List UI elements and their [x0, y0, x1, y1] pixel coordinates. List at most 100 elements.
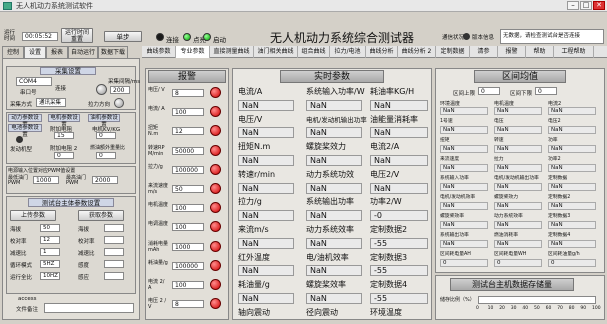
pwm-min-input[interactable]: 1000: [33, 176, 59, 184]
storage-tick: 100: [592, 306, 601, 311]
alarm-threshold-input[interactable]: 8: [172, 300, 204, 309]
interval-label: 系统输入功率: [440, 175, 469, 181]
alarm-item-label: 扭矩 N.m: [148, 125, 159, 138]
param2-input[interactable]: [104, 248, 124, 256]
tab-curve-analysis-2[interactable]: 曲线分析 2: [398, 46, 436, 58]
upload-params-button[interactable]: 上传参数: [10, 210, 56, 221]
motor-params-tab[interactable]: 电机参数设置: [48, 114, 80, 128]
tab-data-download[interactable]: 数据下载: [98, 46, 128, 58]
alarm-threshold-input[interactable]: 50: [172, 185, 204, 193]
version-label: 版本信息: [472, 35, 495, 41]
interval-value: NaN: [440, 183, 488, 191]
tab-curve-params[interactable]: 曲线参数: [142, 46, 176, 58]
single-step-button[interactable]: 单步: [104, 31, 142, 42]
tab-alarm[interactable]: 报警: [498, 46, 526, 58]
alarm-threshold-input[interactable]: 1000: [172, 242, 204, 251]
realtime-value: -0: [370, 210, 428, 222]
tab-combined-curve[interactable]: 组合曲线: [298, 46, 330, 58]
param-input[interactable]: 10HZ: [40, 272, 60, 280]
interval-value: NaN: [548, 240, 596, 248]
alarm-threshold-input[interactable]: 8: [172, 89, 204, 97]
alarm-led: [210, 279, 221, 290]
param-input[interactable]: 50: [40, 224, 60, 232]
extra-resistor-input[interactable]: 15: [54, 132, 74, 139]
param2-input[interactable]: [104, 260, 124, 268]
alarm-item-label: 拉力/g: [148, 163, 163, 170]
tab-clear[interactable]: 清参: [470, 46, 498, 58]
interval-knob[interactable]: [96, 84, 107, 95]
storage-tick: 0: [476, 306, 479, 311]
close-button[interactable]: ✕: [593, 1, 605, 10]
tab-help[interactable]: 帮助: [526, 46, 554, 58]
tab-custom-data[interactable]: 定制数据: [436, 46, 470, 58]
realtime-label: 转速r/min: [238, 169, 276, 179]
tab-control[interactable]: 控制: [2, 46, 24, 58]
start-led[interactable]: [203, 33, 211, 41]
alarm-threshold-input[interactable]: 100: [172, 108, 204, 117]
kv-input[interactable]: 0: [96, 132, 116, 139]
interval-upper-input[interactable]: 0: [478, 87, 500, 95]
get-params-button[interactable]: 获取参数: [78, 210, 124, 221]
battery-params-tab[interactable]: 电池参数设置: [8, 124, 42, 138]
engine-type-led[interactable]: [16, 136, 23, 143]
interval-value: NaN: [494, 183, 542, 191]
file-note-input[interactable]: [44, 303, 134, 313]
gas-params-tab[interactable]: 油机参数设置: [88, 114, 120, 128]
storage-tick: 80: [568, 306, 575, 311]
reset-run-time-button[interactable]: 运行时间 重置: [61, 28, 93, 43]
realtime-value: NaN: [306, 155, 362, 166]
minimize-button[interactable]: –: [567, 1, 579, 10]
alarm-item-label: 消耗电量mAh: [148, 240, 169, 253]
tab-auto-run[interactable]: 自动运行: [68, 46, 98, 58]
tab-throttle-curve[interactable]: 油门相关曲线: [254, 46, 298, 58]
interval-value: NaN: [494, 126, 542, 134]
storage-tick: 40: [522, 306, 529, 311]
tab-curve-analysis[interactable]: 曲线分析: [366, 46, 398, 58]
alarm-threshold-input[interactable]: 100000: [172, 165, 204, 174]
realtime-value: NaN: [238, 237, 294, 249]
interval-label: 1号速: [440, 118, 453, 124]
alarm-threshold-input[interactable]: 100: [172, 223, 204, 232]
tab-pull-battery[interactable]: 拉力/电池: [330, 46, 366, 58]
mode-select[interactable]: 通讯采集: [36, 98, 66, 107]
realtime-label: 拉力/g: [238, 197, 262, 207]
pwm-max-input[interactable]: 2000: [92, 176, 118, 184]
interval-label: 区间耗油量g/h: [548, 251, 580, 257]
pull-direction-knob[interactable]: [114, 98, 124, 108]
sampling-title: 采集设置: [40, 67, 96, 75]
tab-eng-help[interactable]: 工程帮助: [554, 46, 594, 58]
tab-pro-params[interactable]: 专业参数: [176, 46, 210, 58]
alarm-led: [210, 183, 221, 194]
alarm-threshold-input[interactable]: 100: [172, 281, 204, 289]
mode-label: 采集方式: [10, 102, 33, 108]
alarm-threshold-input[interactable]: 100: [172, 204, 204, 213]
interval-label: 来流速度: [440, 156, 460, 162]
extra-resistor-2-input[interactable]: 0: [54, 152, 74, 159]
interval-value: NaN: [494, 221, 542, 229]
maximize-button[interactable]: □: [580, 1, 592, 10]
interval-value: NaN: [494, 240, 542, 248]
fuel-ratio-input[interactable]: 0: [96, 152, 116, 159]
pull-direction-label: 拉力方向: [88, 102, 111, 108]
alarm-threshold-input[interactable]: 100000: [172, 261, 204, 270]
realtime-label: 定制数据3: [370, 252, 408, 262]
param2-input[interactable]: [104, 236, 124, 244]
interval-input[interactable]: 200: [110, 86, 130, 94]
port-select[interactable]: COM4: [16, 77, 52, 86]
realtime-label: 功率2/W: [370, 197, 402, 207]
param-input[interactable]: 12: [40, 236, 60, 244]
param-input[interactable]: 1: [40, 248, 60, 256]
interval-lower-input[interactable]: 0: [535, 87, 557, 95]
realtime-label: 螺旋桨效力: [306, 142, 346, 152]
light-led[interactable]: [183, 33, 191, 41]
realtime-value: -55: [370, 265, 428, 277]
param2-input[interactable]: [104, 224, 124, 232]
param2-input[interactable]: [104, 272, 124, 280]
tab-direct-curve[interactable]: 直接测量曲线: [210, 46, 254, 58]
alarm-threshold-input[interactable]: 12: [172, 127, 204, 136]
storage-title: 测试台主机数据存储量: [450, 278, 574, 291]
param-input[interactable]: 5HZ: [40, 260, 60, 268]
realtime-label: 环境温度: [370, 307, 402, 317]
tab-report[interactable]: 报表: [46, 46, 68, 58]
alarm-threshold-input[interactable]: 50000: [172, 146, 204, 155]
